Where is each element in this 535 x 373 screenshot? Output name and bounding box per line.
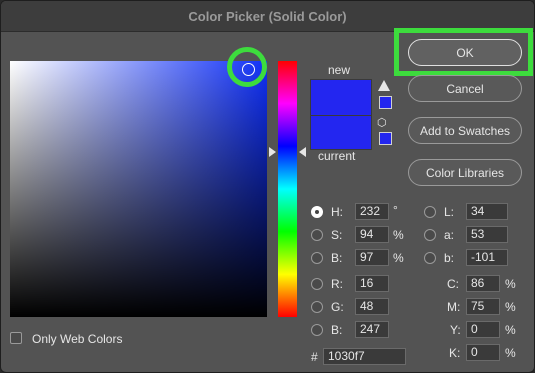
hue-radio[interactable] [311, 206, 323, 218]
lab-l-label: L: [444, 205, 455, 219]
cyan-label: C: [447, 277, 459, 291]
saturation-brightness-field[interactable] [10, 61, 267, 317]
blue-label: B: [331, 323, 343, 337]
blue-input[interactable]: 247 [355, 321, 389, 338]
new-label: new [328, 63, 351, 77]
hex-input[interactable]: 1030f7 [323, 348, 406, 365]
hue-slider-left-arrow-icon[interactable] [269, 147, 276, 157]
saturation-unit: % [393, 228, 404, 242]
saturation-radio[interactable] [311, 229, 323, 241]
saturation-input[interactable]: 94 [355, 226, 389, 243]
cyan-input[interactable]: 86 [466, 275, 500, 292]
brightness-unit: % [393, 251, 404, 265]
yellow-unit: % [505, 323, 516, 337]
red-radio[interactable] [311, 278, 323, 290]
saturation-label: S: [331, 228, 343, 242]
ok-button[interactable]: OK [408, 39, 522, 66]
red-label: R: [331, 277, 343, 291]
out-of-gamut-warning-icon[interactable] [378, 80, 390, 91]
green-label: G: [331, 300, 344, 314]
yellow-input[interactable]: 0 [466, 321, 500, 338]
hue-slider-right-arrow-icon[interactable] [299, 147, 306, 157]
lab-a-label: a: [444, 228, 455, 242]
current-label: current [318, 149, 356, 163]
lab-b-input[interactable]: -101 [466, 249, 508, 266]
color-libraries-button[interactable]: Color Libraries [408, 159, 522, 186]
web-safe-cube-icon[interactable]: ⬡ [377, 117, 389, 129]
black-input[interactable]: 0 [466, 344, 500, 361]
lab-l-input[interactable]: 34 [466, 203, 508, 220]
brightness-radio[interactable] [311, 252, 323, 264]
color-picker-dialog: Color Picker (Solid Color) new current ⬡… [0, 0, 535, 373]
black-label: K: [449, 346, 461, 360]
magenta-label: M: [447, 300, 461, 314]
lab-a-input[interactable]: 53 [466, 226, 508, 243]
web-safe-correction-swatch[interactable] [379, 132, 392, 145]
magenta-input[interactable]: 75 [466, 298, 500, 315]
only-web-colors-label: Only Web Colors [32, 332, 123, 346]
new-color-swatch [310, 79, 372, 117]
yellow-label: Y: [450, 323, 461, 337]
only-web-colors-checkbox[interactable] [10, 332, 22, 344]
black-unit: % [505, 346, 516, 360]
green-input[interactable]: 48 [355, 298, 389, 315]
hue-unit: ° [393, 203, 398, 217]
cyan-unit: % [505, 277, 516, 291]
lab-l-radio[interactable] [424, 206, 436, 218]
blue-radio[interactable] [311, 324, 323, 336]
magenta-unit: % [505, 300, 516, 314]
lab-b-radio[interactable] [424, 252, 436, 264]
brightness-input[interactable]: 97 [355, 249, 389, 266]
brightness-label: B: [331, 251, 343, 265]
cancel-button[interactable]: Cancel [408, 75, 522, 102]
lab-a-radio[interactable] [424, 229, 436, 241]
color-picker-handle[interactable] [242, 63, 255, 76]
add-to-swatches-button[interactable]: Add to Swatches [408, 117, 522, 144]
hue-slider[interactable] [278, 61, 297, 317]
hue-label: H: [331, 205, 343, 219]
hue-input[interactable]: 232 [355, 203, 389, 220]
lab-b-label: b: [444, 251, 455, 265]
gamut-correction-swatch[interactable] [379, 96, 392, 109]
hex-label: # [311, 350, 318, 364]
current-color-swatch[interactable] [310, 115, 372, 150]
green-radio[interactable] [311, 301, 323, 313]
red-input[interactable]: 16 [355, 275, 389, 292]
